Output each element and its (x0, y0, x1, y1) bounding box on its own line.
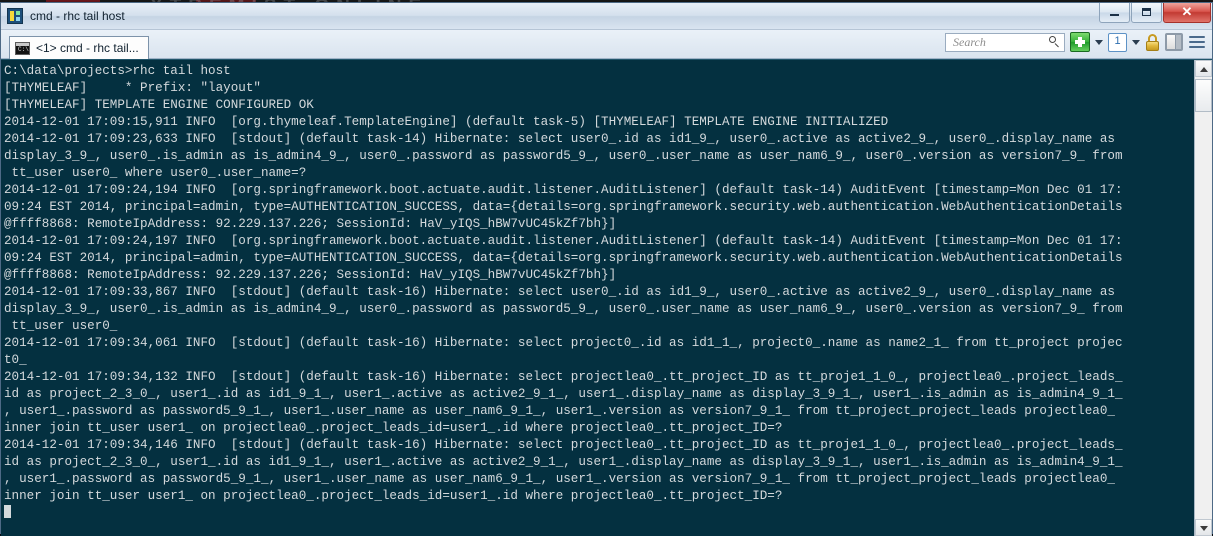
console-cursor-line (4, 505, 1192, 522)
new-tab-button[interactable] (1070, 32, 1090, 52)
search-input[interactable]: Search (945, 32, 1065, 52)
console-line: 2014-12-01 17:09:33,867 INFO [stdout] (d… (4, 285, 1115, 299)
scroll-up-icon[interactable] (1195, 60, 1212, 77)
maximize-button[interactable] (1131, 3, 1162, 23)
console-line: 2014-12-01 17:09:24,194 INFO [org.spring… (4, 183, 1123, 197)
terminal-window: cmd - rhc tail host ✕ C:\ <1> cmd - rhc … (0, 2, 1213, 536)
console-line: , user1_.password as password5_9_1_, use… (4, 472, 1115, 486)
tab-console-1[interactable]: C:\ <1> cmd - rhc tail... (9, 36, 149, 59)
console-line: C:\data\projects>rhc tail host (4, 64, 231, 78)
text-cursor (4, 505, 11, 518)
console-icon-text: C:\ (18, 45, 29, 53)
console-line: , user1_.password as password5_9_1_, use… (4, 404, 1115, 418)
console-line: 09:24 EST 2014, principal=admin, type=AU… (4, 200, 1123, 214)
session-count-button[interactable]: 1 (1108, 32, 1127, 52)
split-panel-icon[interactable] (1165, 33, 1183, 51)
console-area: C:\data\projects>rhc tail host [THYMELEAF… (1, 59, 1212, 536)
session-chevron-down-icon[interactable] (1132, 39, 1140, 45)
tab-label: <1> cmd - rhc tail... (36, 41, 139, 55)
toolbar: Search 1 (945, 32, 1206, 52)
console-line: tt_user user0_ (4, 319, 118, 333)
console-app-icon (7, 8, 23, 24)
console-line: 2014-12-01 17:09:23,633 INFO [stdout] (d… (4, 132, 1115, 146)
tabbar: C:\ <1> cmd - rhc tail... Search 1 (1, 30, 1212, 59)
console-line: @ffff8868: RemoteIpAddress: 92.229.137.2… (4, 217, 617, 231)
maximize-icon (1142, 8, 1151, 16)
console-line: 09:24 EST 2014, principal=admin, type=AU… (4, 251, 1123, 265)
console-line: 2014-12-01 17:09:34,132 INFO [stdout] (d… (4, 370, 1123, 384)
lock-icon[interactable] (1145, 33, 1160, 51)
window-titlebar[interactable]: cmd - rhc tail host ✕ (1, 3, 1212, 30)
window-controls: ✕ (1098, 3, 1211, 23)
scroll-down-icon[interactable] (1195, 519, 1212, 536)
new-tab-chevron-down-icon[interactable] (1095, 39, 1103, 45)
console-line: 2014-12-01 17:09:34,061 INFO [stdout] (d… (4, 336, 1123, 350)
hamburger-menu-icon[interactable] (1188, 34, 1206, 50)
console-line: display_3_9_, user0_.is_admin as is_admi… (4, 149, 1123, 163)
console-scrollbar[interactable] (1194, 60, 1212, 536)
console-line: @ffff8868: RemoteIpAddress: 92.229.137.2… (4, 268, 617, 282)
window-title: cmd - rhc tail host (30, 9, 125, 23)
search-placeholder: Search (953, 34, 986, 49)
console-line: tt_user user0_ where user0_.user_name=? (4, 166, 307, 180)
tab-list: C:\ <1> cmd - rhc tail... (1, 36, 149, 59)
console-line: id as project_2_3_0_, user1_.id as id1_9… (4, 387, 1123, 401)
console-line: id as project_2_3_0_, user1_.id as id1_9… (4, 455, 1123, 469)
console-icon: C:\ (15, 41, 30, 55)
console-line: display_3_9_, user0_.is_admin as is_admi… (4, 302, 1123, 316)
scroll-thumb[interactable] (1195, 79, 1212, 112)
console-output[interactable]: C:\data\projects>rhc tail host [THYMELEAF… (1, 60, 1194, 536)
console-line: 2014-12-01 17:09:24,197 INFO [org.spring… (4, 234, 1123, 248)
console-line: [THYMELEAF] TEMPLATE ENGINE CONFIGURED O… (4, 98, 314, 112)
console-line: t0_ (4, 353, 27, 367)
console-line: 2014-12-01 17:09:34,146 INFO [stdout] (d… (4, 438, 1123, 452)
console-line: inner join tt_user user1_ on projectlea0… (4, 421, 783, 435)
console-line: inner join tt_user user1_ on projectlea0… (4, 489, 783, 503)
close-button[interactable]: ✕ (1163, 3, 1211, 23)
close-icon: ✕ (1181, 4, 1193, 19)
minimize-icon (1110, 14, 1119, 16)
minimize-button[interactable] (1099, 3, 1130, 23)
search-icon (1048, 36, 1060, 48)
console-line: 2014-12-01 17:09:15,911 INFO [org.thymel… (4, 115, 889, 129)
console-line: [THYMELEAF] * Prefix: "layout" (4, 81, 261, 95)
